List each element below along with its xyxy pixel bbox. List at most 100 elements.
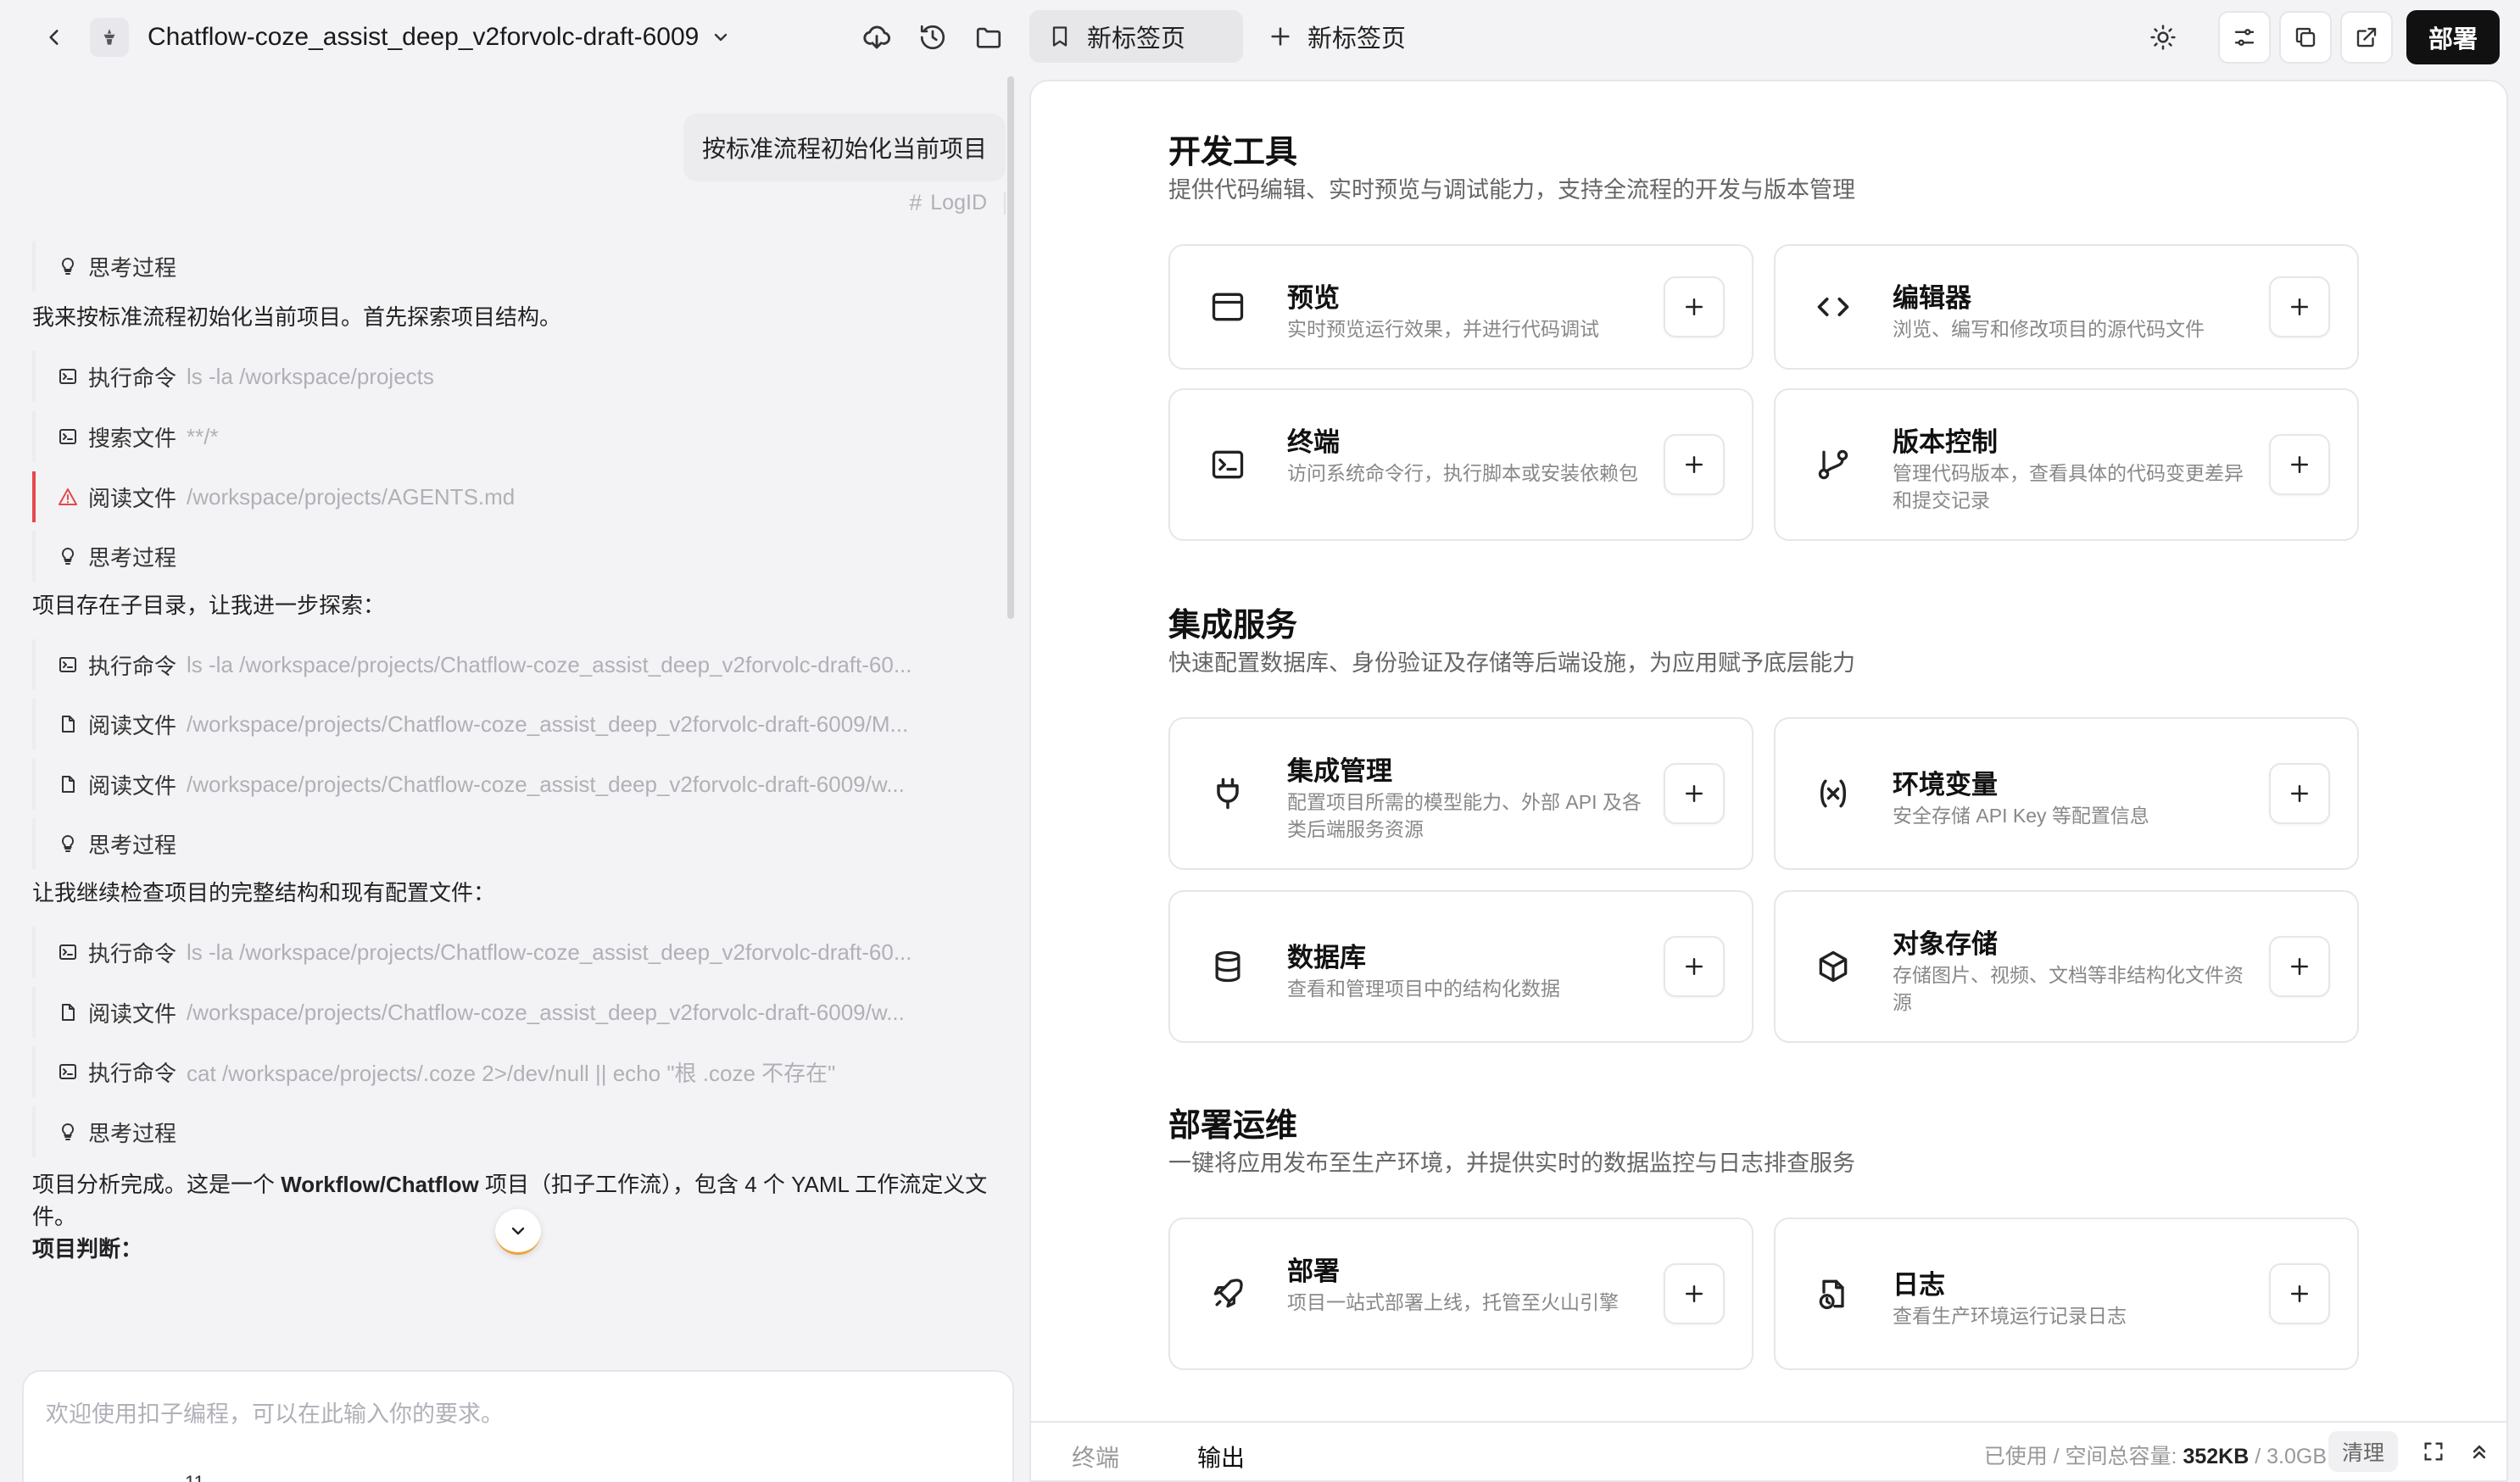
tab-new-tab-active[interactable]: 新标签页 <box>1029 10 1243 63</box>
step-label: 思考过程 <box>88 544 177 571</box>
plug-icon <box>1207 773 1248 814</box>
back-button[interactable] <box>31 14 78 61</box>
thinking-step[interactable]: 思考过程 <box>32 531 973 582</box>
file-icon <box>62 776 75 793</box>
add-deploy-button[interactable] <box>1664 1263 1725 1324</box>
card-preview[interactable]: 预览 实时预览运行效果，并进行代码调试 <box>1168 244 1753 370</box>
step-arg: /workspace/projects/Chatflow-coze_assist… <box>187 999 905 1025</box>
step-label: 执行命令 <box>88 365 177 391</box>
collapse-panel-button[interactable] <box>2464 1436 2495 1467</box>
copy-button[interactable] <box>2278 11 2332 64</box>
deploy-button[interactable]: 部署 <box>2406 10 2500 64</box>
fullscreen-button[interactable] <box>2418 1436 2449 1467</box>
step-arg: /workspace/projects/Chatflow-coze_assist… <box>187 771 905 797</box>
plus-icon <box>1686 298 1703 315</box>
sun-icon <box>2150 25 2176 50</box>
add-object-storage-button[interactable] <box>2269 936 2330 997</box>
section-subtitle: 快速配置数据库、身份验证及存储等后端设施，为应用赋予底层能力 <box>1168 650 1855 676</box>
storage-usage: 已使用 / 空间总容量: 352KB / 3.0GB <box>1984 1440 2327 1470</box>
code-icon <box>1813 287 1854 327</box>
add-terminal-button[interactable] <box>1664 434 1725 495</box>
card-terminal[interactable]: 终端 访问系统命令行，执行脚本或安装依赖包 <box>1168 388 1753 541</box>
plus-icon <box>1686 785 1703 802</box>
thinking-step[interactable]: 思考过程 <box>32 818 973 869</box>
step-label: 阅读文件 <box>88 1000 177 1027</box>
card-desc: 实时预览运行效果，并进行代码调试 <box>1287 318 1599 340</box>
card-editor[interactable]: 编辑器 浏览、编写和修改项目的源代码文件 <box>1774 244 2359 370</box>
tool-step-search[interactable]: 搜索文件 **/* <box>32 411 973 462</box>
chat-scrollbar[interactable] <box>1007 76 1014 619</box>
section-subtitle: 一键将应用发布至生产环境，并提供实时的数据监控与日志排查服务 <box>1168 1150 1855 1176</box>
step-label: 思考过程 <box>88 254 177 281</box>
chat-composer: 欢迎使用扣子编程，可以在此输入你的要求。 技能 11 自动 <box>22 1370 1014 1482</box>
card-desc: 浏览、编写和修改项目的源代码文件 <box>1893 318 2205 340</box>
database-icon <box>1207 946 1248 987</box>
add-logs-button[interactable] <box>2269 1263 2330 1324</box>
card-integration-management[interactable]: 集成管理 配置项目所需的模型能力、外部 API 及各类后端服务资源 <box>1168 717 1753 870</box>
chat-input[interactable]: 欢迎使用扣子编程，可以在此输入你的要求。 <box>46 1396 504 1429</box>
thinking-step[interactable]: 思考过程 <box>32 241 973 292</box>
card-desc: 配置项目所需的模型能力、外部 API 及各类后端服务资源 <box>1287 791 1642 840</box>
step-arg: /workspace/projects/AGENTS.md <box>187 483 516 510</box>
tool-step-error[interactable]: 阅读文件 /workspace/projects/AGENTS.md <box>32 471 973 522</box>
expand-icon <box>2424 1442 2443 1461</box>
card-title: 部署 <box>1287 1256 1340 1286</box>
user-message: 按标准流程初始化当前项目 <box>683 114 1006 181</box>
tool-step-command[interactable]: 执行命令 ls -la /workspace/projects/Chatflow… <box>32 639 973 690</box>
clear-button[interactable]: 清理 <box>2328 1431 2398 1472</box>
tool-step-read-file[interactable]: 阅读文件 /workspace/projects/Chatflow-coze_a… <box>32 699 973 749</box>
terminal-square-icon <box>59 657 76 672</box>
card-object-storage[interactable]: 对象存储 存储图片、视频、文档等非结构化文件资源 <box>1774 890 2359 1043</box>
add-env-variable-button[interactable] <box>2269 763 2330 824</box>
add-tab-button[interactable]: 新标签页 <box>1268 10 1406 63</box>
variable-icon <box>1813 773 1854 814</box>
open-external-button[interactable] <box>2339 11 2393 64</box>
step-label: 阅读文件 <box>88 712 177 738</box>
card-version-control[interactable]: 版本控制 管理代码版本，查看具体的代码变更差异和提交记录 <box>1774 388 2359 541</box>
tool-step-command[interactable]: 执行命令 cat /workspace/projects/.coze 2>/de… <box>32 1046 973 1097</box>
cloud-download-button[interactable] <box>853 14 900 61</box>
project-toolbar <box>853 14 1012 61</box>
add-database-button[interactable] <box>1664 936 1725 997</box>
terminal-square-icon <box>59 1064 76 1079</box>
section-title-dev-tools: 开发工具 <box>1168 135 1298 170</box>
add-editor-button[interactable] <box>2269 276 2330 337</box>
project-logo-icon <box>90 18 129 57</box>
step-arg: cat /workspace/projects/.coze 2>/dev/nul… <box>187 1060 836 1086</box>
card-title: 集成管理 <box>1287 756 1392 786</box>
final-text-pre: 项目分析完成。这是一个 <box>32 1172 282 1197</box>
card-database[interactable]: 数据库 查看和管理项目中的结构化数据 <box>1168 890 1753 1043</box>
tool-step-command[interactable]: 执行命令 ls -la /workspace/projects <box>32 351 973 402</box>
tool-step-command[interactable]: 执行命令 ls -la /workspace/projects/Chatflow… <box>32 927 973 978</box>
scroll-to-bottom-button[interactable] <box>495 1209 541 1255</box>
theme-toggle-button[interactable] <box>2137 11 2189 64</box>
card-desc: 管理代码版本，查看具体的代码变更差异和提交记录 <box>1893 462 2244 511</box>
logid-link[interactable]: # LogID <box>909 190 1006 216</box>
sliders-icon <box>2234 29 2255 46</box>
thinking-step[interactable]: 思考过程 <box>32 1106 973 1157</box>
settings-sliders-button[interactable] <box>2217 11 2271 64</box>
history-button[interactable] <box>909 14 956 61</box>
chevron-down-icon[interactable] <box>711 27 731 47</box>
plus-icon <box>2291 785 2308 802</box>
card-title: 预览 <box>1287 283 1340 313</box>
card-deploy[interactable]: 部署 项目一站式部署上线，托管至火山引擎 <box>1168 1217 1753 1370</box>
project-title[interactable]: Chatflow-coze_assist_deep_v2forvolc-draf… <box>148 23 699 52</box>
plus-icon <box>1686 958 1703 975</box>
step-arg: /workspace/projects/Chatflow-coze_assist… <box>187 710 909 737</box>
tool-step-read-file[interactable]: 阅读文件 /workspace/projects/Chatflow-coze_a… <box>32 759 973 810</box>
tab-terminal[interactable]: 终端 <box>1072 1440 1119 1474</box>
add-integration-button[interactable] <box>1664 763 1725 824</box>
add-preview-button[interactable] <box>1664 276 1725 337</box>
add-tab-label: 新标签页 <box>1307 25 1407 53</box>
tool-step-read-file[interactable]: 阅读文件 /workspace/projects/Chatflow-coze_a… <box>32 987 973 1038</box>
folder-button[interactable] <box>965 14 1012 61</box>
plus-icon <box>2291 1285 2308 1302</box>
card-logs[interactable]: 日志 查看生产环境运行记录日志 <box>1774 1217 2359 1370</box>
new-tab-panel: 开发工具 提供代码编辑、实时预览与调试能力，支持全流程的开发与版本管理 预览 实… <box>1029 80 2508 1482</box>
add-version-control-button[interactable] <box>2269 434 2330 495</box>
tab-label: 新标签页 <box>1087 25 1186 53</box>
card-env-variables[interactable]: 环境变量 安全存储 API Key 等配置信息 <box>1774 717 2359 870</box>
tab-output[interactable]: 输出 <box>1197 1440 1245 1474</box>
bottom-status-bar: 终端 输出 已使用 / 空间总容量: 352KB / 3.0GB 清理 <box>1031 1421 2506 1480</box>
